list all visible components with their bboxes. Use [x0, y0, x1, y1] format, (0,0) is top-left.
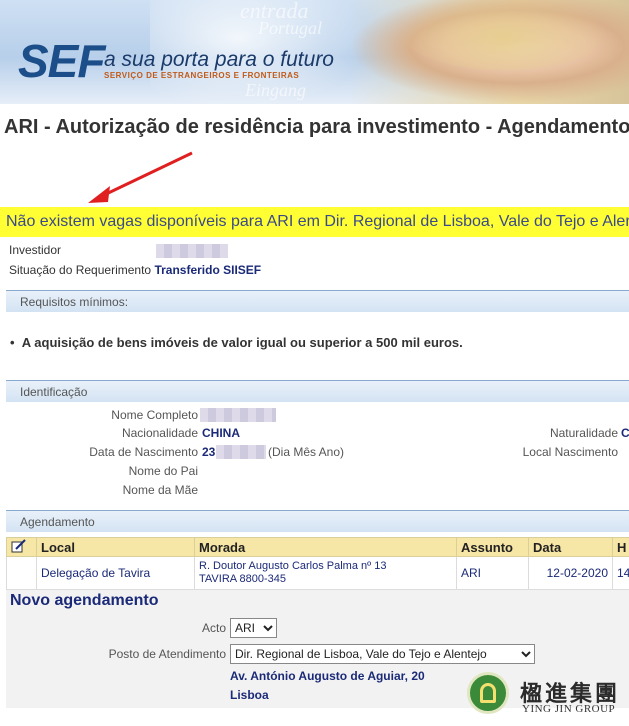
nascimento-value: 23 [202, 445, 216, 459]
red-arrow-icon [88, 151, 193, 203]
column-header-assunto: Assunto [456, 537, 529, 557]
situacao-row: Situação do Requerimento Transferido SII… [9, 263, 261, 277]
cell-local: Delegação de Tavira [36, 556, 195, 590]
situacao-label: Situação do Requerimento [9, 263, 152, 277]
nascimento-label: Data de Nascimento [89, 445, 198, 459]
banner-ghost-word: Eingang [245, 80, 306, 100]
cell-hora: 14 [612, 556, 629, 590]
requisito-text: A aquisição de bens imóveis de valor igu… [21, 335, 463, 350]
mae-label: Nome da Mãe [122, 483, 198, 497]
sef-logo[interactable]: SEF [18, 34, 105, 88]
acto-select[interactable]: ARI [230, 618, 277, 638]
posto-address-line: Av. António Augusto de Aguiar, 20 [230, 669, 425, 683]
investidor-row: Investidor [9, 243, 61, 257]
agendamento-table: Local Morada Assunto Data H Delegação de… [6, 537, 629, 590]
posto-select[interactable]: Dir. Regional de Lisboa, Vale do Tejo e … [230, 644, 535, 664]
bullet-icon: • [10, 335, 22, 350]
posto-address-city: Lisboa [230, 688, 269, 702]
cell-morada: R. Doutor Augusto Carlos Palma nº 13 TAV… [194, 556, 457, 590]
requisitos-header: Requisitos mínimos: [6, 290, 629, 312]
morada-line: TAVIRA 8800-345 [199, 573, 287, 585]
date-format-hint: (Dia Mês Ano) [268, 445, 345, 459]
column-header-data: Data [528, 537, 613, 557]
naturalidade-label: Naturalidade [549, 426, 618, 440]
banner-tagline: a sua porta para o futuro [104, 48, 334, 71]
nacionalidade-value: CHINA [202, 426, 240, 440]
redacted-value [200, 408, 276, 422]
agendamento-header: Agendamento [6, 510, 629, 532]
page-title: ARI - Autorização de residência para inv… [4, 116, 629, 138]
nome-label: Nome Completo [111, 408, 198, 422]
situacao-value: Transferido SIISEF [154, 263, 262, 277]
column-header-local: Local [36, 537, 195, 557]
no-vacancy-warning: Não existem vagas disponíveis para ARI e… [0, 207, 629, 237]
novo-agendamento-title: Novo agendamento [10, 592, 159, 609]
banner-ghost-word: Portugal [258, 18, 323, 38]
banner-subtitle: SERVIÇO DE ESTRANGEIROS E FRONTEIRAS [104, 71, 300, 80]
acto-label: Acto [201, 621, 226, 635]
table-header-row: Local Morada Assunto Data H [6, 537, 629, 557]
local-nascimento-label: Local Nascimento [522, 445, 618, 459]
investidor-label: Investidor [9, 243, 62, 257]
morada-line: R. Doutor Augusto Carlos Palma nº 13 [199, 560, 387, 572]
nacionalidade-label: Nacionalidade [121, 426, 198, 440]
edit-column-header [6, 537, 37, 557]
requisito-item: • A aquisição de bens imóveis de valor i… [10, 335, 463, 350]
column-header-morada: Morada [194, 537, 457, 557]
naturalidade-value: C [621, 426, 629, 440]
yingjin-logo-icon [467, 672, 509, 714]
redacted-value [156, 244, 228, 258]
watermark-en: YING JIN GROUP [522, 703, 616, 715]
column-header-hora: H [612, 537, 629, 557]
table-row[interactable]: Delegação de Tavira R. Doutor Augusto Ca… [6, 556, 629, 590]
redacted-value [216, 445, 266, 459]
header-banner: entrada Portugal Eingang SEF a sua porta… [0, 0, 629, 104]
posto-label: Posto de Atendimento [108, 647, 226, 661]
cell-data: 12-02-2020 [528, 556, 613, 590]
pai-label: Nome do Pai [128, 464, 198, 478]
cell-assunto: ARI [456, 556, 529, 590]
edit-icon[interactable] [11, 538, 27, 553]
row-select-cell[interactable] [6, 556, 37, 590]
identificacao-header: Identificação [6, 380, 629, 402]
